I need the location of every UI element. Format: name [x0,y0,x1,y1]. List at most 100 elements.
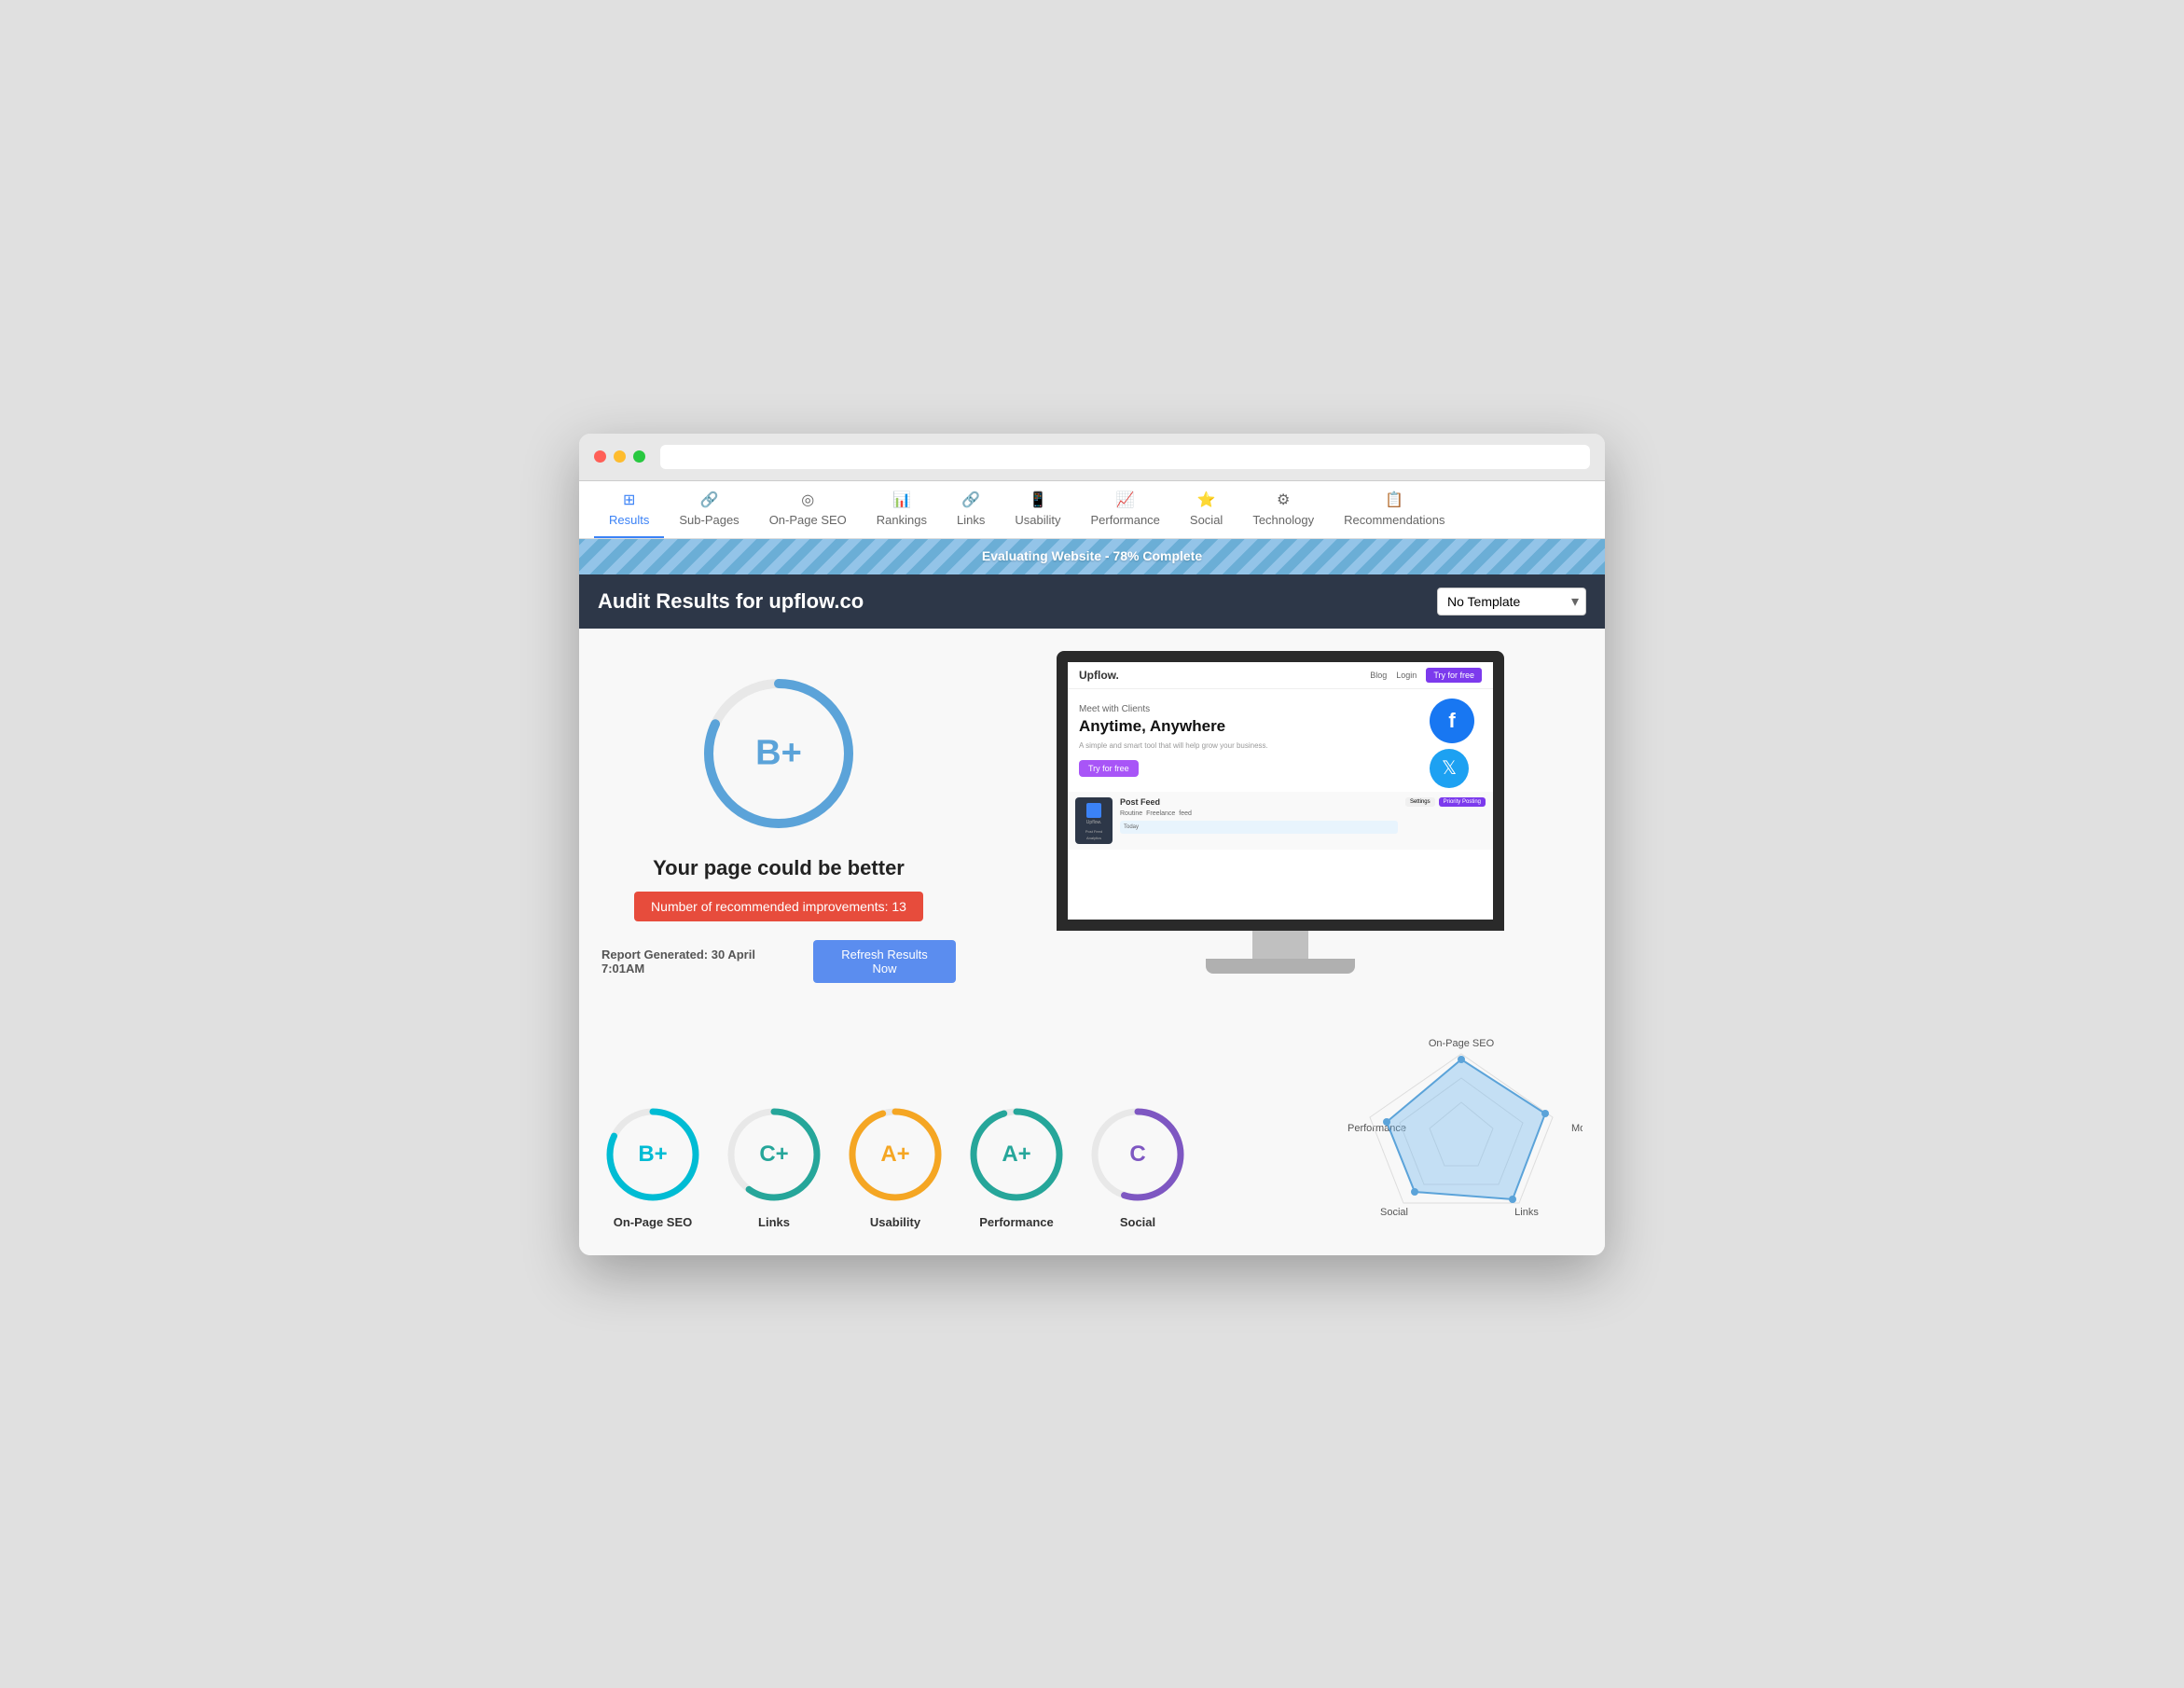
blog-link: Blog [1370,671,1387,680]
grade-text-usability: A+ [880,1141,909,1168]
social-floats: f 𝕏 [1430,699,1474,788]
grade-circle-usability: A+ [844,1103,947,1206]
onpage-icon: ◎ [801,491,814,509]
monitor-screen: Upflow. Blog Login Try for free Meet wit… [1057,651,1504,931]
browser-window: ⊞ Results 🔗 Sub-Pages ◎ On-Page SEO 📊 Ra… [579,434,1605,1255]
score-grade: B+ [755,733,802,773]
post-feed-label: Post Feed [1120,797,1398,807]
hero-subtitle: Meet with Clients [1079,704,1482,714]
grade-label-performance: Performance [979,1215,1053,1229]
grade-circle-performance: A+ [965,1103,1068,1206]
login-link: Login [1396,671,1417,680]
template-select-wrapper: No Template E-Commerce Blog Business [1437,588,1586,616]
radar-chart: On-Page SEO Mobile & UI Links Social Per… [1340,1033,1583,1229]
grade-text-performance: A+ [1002,1141,1030,1168]
progress-bar: Evaluating Website - 78% Complete [579,539,1605,574]
grade-links: C+ Links [723,1103,825,1229]
usability-icon: 📱 [1029,491,1047,509]
preview-section: Upflow. Blog Login Try for free Meet wit… [978,651,1583,974]
grade-text-social: C [1129,1141,1145,1168]
grade-circle-onpage: B+ [601,1103,704,1206]
website-preview: Upflow. Blog Login Try for free Meet wit… [1068,662,1493,920]
tab-recommendations[interactable]: 📋 Recommendations [1329,481,1459,538]
preview-tabs: Routine Freelance feed [1120,810,1398,817]
preview-content-block: Today [1120,821,1398,834]
monitor-neck [1252,931,1308,959]
browser-chrome [579,434,1605,481]
grade-label-onpage: On-Page SEO [614,1215,693,1229]
score-title: Your page could be better [653,856,905,880]
maximize-button[interactable] [633,450,645,463]
tab-performance[interactable]: 📈 Performance [1075,481,1174,538]
links-icon: 🔗 [961,491,980,509]
tab-technology[interactable]: ⚙ Technology [1237,481,1329,538]
refresh-button[interactable]: Refresh Results Now [813,940,956,983]
hero-cta: Try for free [1079,760,1139,777]
minimize-button[interactable] [614,450,626,463]
monitor-bottom [1057,931,1504,974]
radar-label-links: Links [1514,1207,1539,1218]
score-circle: B+ [695,670,863,837]
tab-results[interactable]: ⊞ Results [594,481,664,538]
tab-social[interactable]: ⭐ Social [1175,481,1237,538]
grade-social: C Social [1086,1103,1189,1229]
preview-nav-links: Blog Login Try for free [1370,668,1482,683]
sidebar-icon1 [1086,803,1101,818]
technology-icon: ⚙ [1277,491,1290,509]
settings-label: Settings [1405,797,1435,807]
priority-label: Priority Posting [1439,797,1486,807]
twitter-icon: 𝕏 [1430,749,1469,788]
tab-rankings[interactable]: 📊 Rankings [862,481,942,538]
grade-text-onpage: B+ [638,1141,667,1168]
subpages-icon: 🔗 [700,491,719,509]
grade-text-links: C+ [759,1141,788,1168]
progress-text: Evaluating Website - 78% Complete [982,548,1202,563]
analytics-small: Analytics [1077,836,1111,840]
preview-logo: Upflow. [1079,669,1119,682]
address-bar[interactable] [660,445,1590,469]
social-icon: ⭐ [1197,491,1216,509]
grade-circle-links: C+ [723,1103,825,1206]
rankings-icon: 📊 [892,491,911,509]
grade-performance: A+ Performance [965,1103,1068,1229]
template-select[interactable]: No Template E-Commerce Blog Business [1437,588,1586,616]
preview-sidebar: Upflow. Post Feed Analytics [1075,797,1113,844]
monitor: Upflow. Blog Login Try for free Meet wit… [1057,651,1504,974]
score-section: B+ Your page could be better Number of r… [601,651,956,983]
grade-label-links: Links [758,1215,790,1229]
grades-row: B+ On-Page SEO C+ Links [601,1024,1340,1229]
facebook-icon: f [1430,699,1474,743]
radar-section: On-Page SEO Mobile & UI Links Social Per… [1340,1024,1583,1229]
performance-icon: 📈 [1116,491,1135,509]
preview-nav: Upflow. Blog Login Try for free [1068,662,1493,689]
grade-usability: A+ Usability [844,1103,947,1229]
report-info: Report Generated: 30 April 7:01AM Refres… [601,940,956,983]
grades-section: B+ On-Page SEO C+ Links [579,1005,1605,1255]
main-content: B+ Your page could be better Number of r… [579,629,1605,1005]
preview-dashboard: Upflow. Post Feed Analytics Post Feed Ro… [1068,792,1493,850]
header-bar: Audit Results for upflow.co No Template … [579,574,1605,629]
preview-main-area: Post Feed Routine Freelance feed Today [1120,797,1398,834]
tab-onpage-seo[interactable]: ◎ On-Page SEO [754,481,862,538]
grade-label-social: Social [1120,1215,1155,1229]
improvements-badge: Number of recommended improvements: 13 [634,892,923,921]
hero-title: Anytime, Anywhere [1079,717,1482,736]
page-title: Audit Results for upflow.co [598,589,864,614]
hero-desc: A simple and smart tool that will help g… [1079,741,1482,750]
report-date: Report Generated: 30 April 7:01AM [601,948,800,975]
upflow-small: Upflow. [1077,820,1111,825]
nav-tabs: ⊞ Results 🔗 Sub-Pages ◎ On-Page SEO 📊 Ra… [579,481,1605,539]
radar-label-social: Social [1380,1207,1408,1218]
try-free-btn: Try for free [1426,668,1482,683]
results-icon: ⊞ [623,491,635,509]
preview-hero: Meet with Clients Anytime, Anywhere A si… [1068,689,1493,792]
tab-links[interactable]: 🔗 Links [942,481,1000,538]
close-button[interactable] [594,450,606,463]
tab-subpages[interactable]: 🔗 Sub-Pages [664,481,753,538]
tab-usability[interactable]: 📱 Usability [1000,481,1075,538]
recommendations-icon: 📋 [1385,491,1403,509]
grade-label-usability: Usability [870,1215,920,1229]
monitor-base [1206,959,1355,974]
radar-label-onpage: On-Page SEO [1429,1038,1495,1049]
grade-onpage: B+ On-Page SEO [601,1103,704,1229]
